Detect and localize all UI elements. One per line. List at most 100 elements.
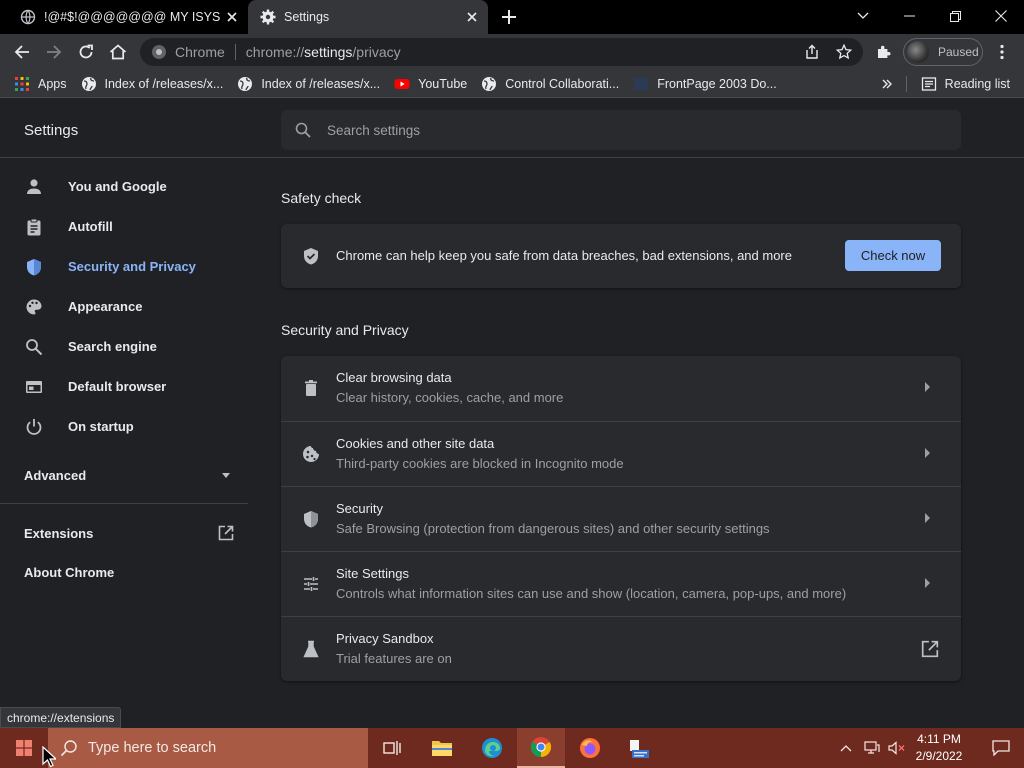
sidebar-item-appearance[interactable]: Appearance — [0, 286, 248, 326]
sidebar-item-label: Autofill — [68, 219, 113, 234]
address-bar[interactable]: Chrome chrome://settings/privacy — [140, 38, 863, 66]
section-title-safety-check: Safety check — [281, 190, 362, 206]
app-window-icon — [630, 740, 649, 758]
restore-icon — [949, 10, 961, 22]
tab-isys[interactable]: !@#$!@@@@@@@ MY ISYS PF — [8, 0, 248, 34]
bookmark-label: Apps — [38, 76, 67, 91]
section-title-security-and-privacy: Security and Privacy — [281, 322, 409, 338]
reload-button[interactable] — [72, 38, 100, 66]
flask-icon — [303, 640, 319, 658]
close-icon[interactable] — [460, 5, 484, 29]
close-icon[interactable] — [220, 5, 244, 29]
sidebar-item-about-chrome[interactable]: About Chrome — [24, 565, 114, 580]
task-view-button[interactable] — [368, 728, 416, 768]
close-window-button[interactable] — [978, 0, 1024, 32]
browser-toolbar: Chrome chrome://settings/privacy Paused — [0, 34, 1024, 70]
puzzle-icon — [878, 45, 891, 58]
tab-settings[interactable]: Settings — [248, 0, 488, 34]
bookmark-releases-2[interactable]: Index of /releases/x... — [237, 76, 380, 92]
profile-button[interactable]: Paused — [903, 38, 983, 66]
taskbar-clock[interactable]: 4:11 PM 2/9/2022 — [908, 731, 970, 765]
minimize-button[interactable] — [886, 0, 932, 32]
security-privacy-card: Clear browsing data Clear history, cooki… — [281, 356, 961, 681]
arrow-right-icon — [925, 382, 930, 392]
chrome-app[interactable] — [517, 728, 565, 768]
new-tab-button[interactable] — [497, 5, 521, 29]
page-title: Settings — [24, 122, 79, 139]
settings-sidebar: You and Google Autofill Security and Pri… — [0, 159, 248, 719]
reading-list-button[interactable]: Reading list — [921, 76, 1010, 92]
sidebar-item-autofill[interactable]: Autofill — [0, 206, 248, 246]
bookmark-releases-1[interactable]: Index of /releases/x... — [81, 76, 223, 92]
sidebar-item-search-engine[interactable]: Search engine — [0, 326, 248, 366]
system-tray — [836, 728, 906, 768]
sidebar-item-extensions[interactable]: Extensions — [24, 525, 234, 541]
bookmark-label: FrontPage 2003 Do... — [657, 76, 777, 91]
row-site-settings[interactable]: Site Settings Controls what information … — [281, 551, 961, 616]
start-button[interactable] — [0, 728, 48, 768]
sidebar-item-advanced[interactable]: Advanced — [24, 468, 230, 483]
firefox-app[interactable] — [566, 728, 614, 768]
page-icon — [634, 77, 649, 90]
plus-icon — [502, 10, 516, 24]
sidebar-item-on-startup[interactable]: On startup — [0, 406, 248, 446]
windows-taskbar: Type here to search 4:11 PM 2/9/2022 — [0, 728, 1024, 768]
row-clear-browsing-data[interactable]: Clear browsing data Clear history, cooki… — [281, 356, 961, 421]
restore-button[interactable] — [932, 0, 978, 32]
sidebar-item-label: On startup — [68, 419, 134, 434]
file-explorer-app[interactable] — [418, 728, 466, 768]
forward-button[interactable] — [40, 38, 68, 66]
menu-button[interactable] — [988, 38, 1016, 66]
row-title: Privacy Sandbox — [336, 631, 434, 646]
back-button[interactable] — [8, 38, 36, 66]
notification-icon — [992, 740, 1010, 756]
row-cookies[interactable]: Cookies and other site data Third-party … — [281, 421, 961, 486]
bookmark-label: Control Collaborati... — [505, 76, 620, 91]
speaker-muted-icon[interactable] — [888, 741, 906, 755]
row-privacy-sandbox[interactable]: Privacy Sandbox Trial features are on — [281, 616, 961, 681]
extensions-button[interactable] — [870, 38, 898, 66]
row-title: Clear browsing data — [336, 370, 452, 385]
bookmark-frontpage[interactable]: FrontPage 2003 Do... — [633, 76, 777, 92]
sidebar-item-label: You and Google — [68, 179, 167, 194]
row-security[interactable]: Security Safe Browsing (protection from … — [281, 486, 961, 551]
reading-list-icon — [921, 76, 936, 91]
bookmark-star-icon[interactable] — [836, 44, 852, 60]
minimize-icon — [903, 15, 915, 17]
tab-search-button[interactable] — [840, 0, 886, 32]
sidebar-item-default-browser[interactable]: Default browser — [0, 366, 248, 406]
reload-icon — [79, 44, 93, 59]
sidebar-item-you-and-google[interactable]: You and Google — [0, 166, 248, 206]
sidebar-item-security-and-privacy[interactable]: Security and Privacy — [0, 246, 248, 286]
network-icon[interactable] — [864, 741, 880, 755]
search-settings-input[interactable]: Search settings — [281, 110, 961, 150]
bookmark-apps[interactable]: Apps — [14, 76, 67, 92]
home-button[interactable] — [104, 38, 132, 66]
arrow-left-icon — [14, 45, 29, 59]
share-icon[interactable] — [804, 44, 820, 60]
tab-title: !@#$!@@@@@@@ MY ISYS PF — [44, 10, 220, 24]
check-now-button[interactable]: Check now — [845, 240, 941, 271]
reading-list-label: Reading list — [944, 76, 1010, 91]
bookmark-youtube[interactable]: YouTube — [394, 76, 467, 92]
bookmark-label: Index of /releases/x... — [261, 76, 381, 91]
chevron-up-icon[interactable] — [840, 744, 852, 752]
taskbar-search-box[interactable]: Type here to search — [48, 728, 368, 768]
task-view-icon — [383, 741, 401, 755]
sidebar-item-label: Search engine — [68, 339, 157, 354]
row-title: Cookies and other site data — [336, 436, 495, 451]
search-icon — [295, 122, 311, 138]
edge-app[interactable] — [468, 728, 516, 768]
arrow-right-icon — [925, 578, 930, 588]
mouse-cursor-icon — [42, 746, 56, 768]
bookmark-control-collaboration[interactable]: Control Collaborati... — [481, 76, 619, 92]
pinned-app[interactable] — [615, 728, 663, 768]
youtube-icon — [394, 78, 410, 89]
person-icon — [27, 179, 41, 194]
divider — [234, 44, 236, 60]
notifications-button[interactable] — [978, 728, 1024, 768]
open-external-icon — [921, 640, 939, 658]
close-icon — [995, 10, 1007, 22]
bookmarks-overflow-button[interactable] — [882, 79, 892, 89]
more-vert-icon — [1000, 44, 1004, 60]
